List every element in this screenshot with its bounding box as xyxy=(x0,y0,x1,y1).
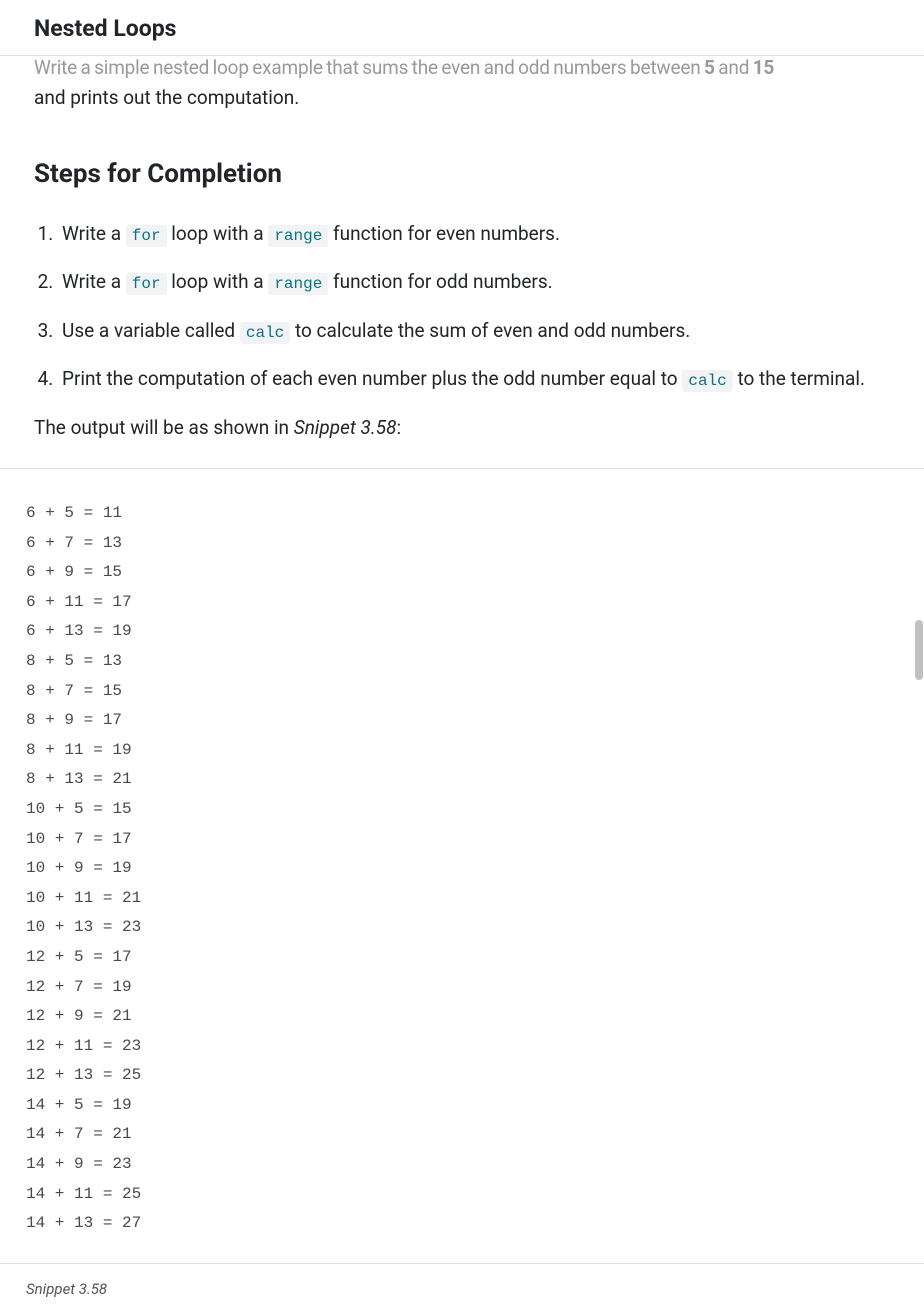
step-text: loop with a xyxy=(167,270,269,293)
step-text: loop with a xyxy=(167,222,269,245)
step-text: function for odd numbers. xyxy=(328,270,552,293)
intro-cut-line: Write a simple nested loop example that … xyxy=(34,54,890,83)
output-intro-post: : xyxy=(396,416,401,439)
output-intro-em: Snippet 3.58 xyxy=(294,416,397,439)
inline-code-range: range xyxy=(268,273,328,295)
intro-line-2: and prints out the computation. xyxy=(34,84,890,113)
steps-heading: Steps for Completion xyxy=(34,155,890,194)
step-text: function for even numbers. xyxy=(328,222,560,245)
step-text: Print the computation of each even numbe… xyxy=(62,367,682,390)
header-bar: Nested Loops xyxy=(0,0,924,56)
step-text: Write a xyxy=(62,222,126,245)
step-text: Write a xyxy=(62,270,126,293)
intro-cut-bold-2: 15 xyxy=(753,56,774,79)
output-intro-pre: The output will be as shown in xyxy=(34,416,294,439)
step-text: to the terminal. xyxy=(733,367,865,390)
inline-code-for: for xyxy=(126,225,167,247)
intro-cut-prefix: Write a simple nested loop example that … xyxy=(34,56,704,79)
inline-code-calc: calc xyxy=(682,370,732,392)
intro-cut-bold-1: 5 xyxy=(704,56,715,79)
scrollbar-track[interactable] xyxy=(913,0,924,1314)
steps-list: Write a for loop with a range function f… xyxy=(34,220,890,394)
scrollbar-thumb[interactable] xyxy=(915,620,923,680)
inline-code-calc: calc xyxy=(240,322,290,344)
step-item-3: Use a variable called calc to calculate … xyxy=(58,317,890,346)
snippet-label: Snippet 3.58 xyxy=(26,1264,890,1301)
intro-cut-mid: and xyxy=(715,56,753,79)
step-item-4: Print the computation of each even numbe… xyxy=(58,365,890,394)
code-output: 6 + 5 = 11 6 + 7 = 13 6 + 9 = 15 6 + 11 … xyxy=(26,499,898,1239)
step-text: to calculate the sum of even and odd num… xyxy=(290,319,690,342)
step-item-2: Write a for loop with a range function f… xyxy=(58,268,890,297)
step-text: Use a variable called xyxy=(62,319,240,342)
code-block-wrap: 6 + 5 = 11 6 + 7 = 13 6 + 9 = 15 6 + 11 … xyxy=(0,468,924,1264)
output-intro: The output will be as shown in Snippet 3… xyxy=(34,414,890,443)
inline-code-for: for xyxy=(126,273,167,295)
content-area: Write a simple nested loop example that … xyxy=(0,54,924,1301)
page-title: Nested Loops xyxy=(34,12,890,47)
inline-code-range: range xyxy=(268,225,328,247)
step-item-1: Write a for loop with a range function f… xyxy=(58,220,890,249)
